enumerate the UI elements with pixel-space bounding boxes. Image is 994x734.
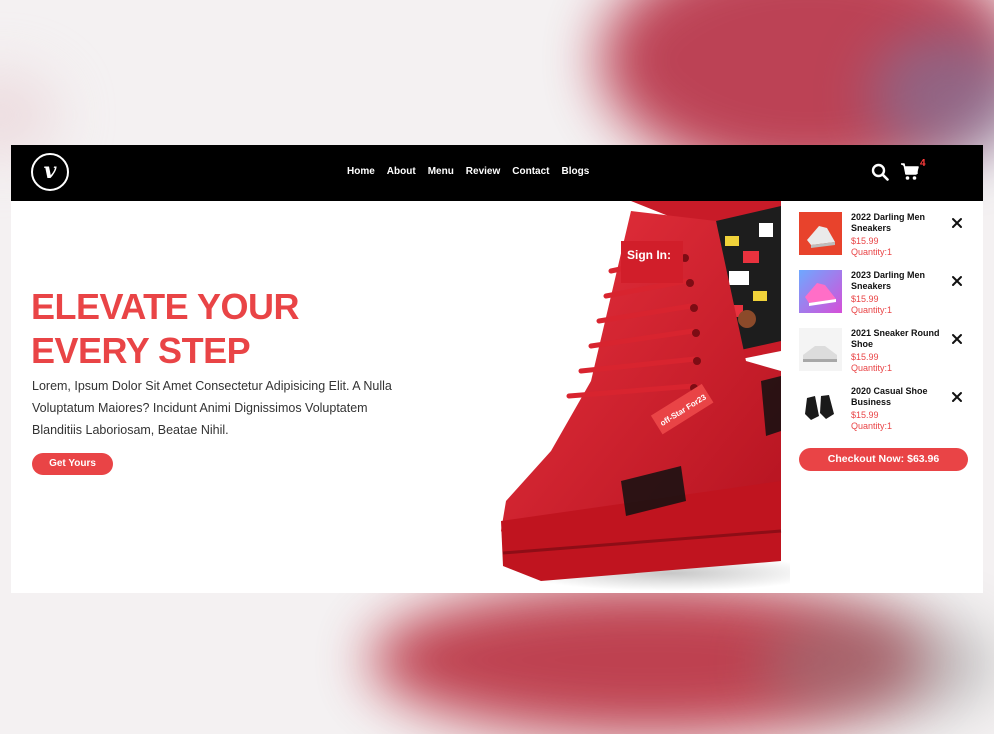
product-thumbnail [799, 386, 842, 429]
hero-description: Lorem, Ipsum Dolor Sit Amet Consectetur … [32, 379, 392, 437]
nav-about[interactable]: About [387, 166, 416, 177]
cart-item-quantity: Quantity:1 [851, 421, 893, 431]
cart-item: 2020 Casual Shoe Business $15.99 Quantit… [799, 386, 974, 432]
brand-logo[interactable]: v [31, 153, 69, 191]
checkout-button[interactable]: Checkout Now: $63.96 [799, 448, 968, 471]
red-sneaker-image: Sign In: off-Star For23 [501, 201, 791, 591]
cart-item-price: $15.99 [851, 352, 879, 362]
shoe-label-text: Sign In: [627, 248, 671, 262]
hero-title-line-1: ELEVATE YOUR [31, 286, 300, 327]
close-icon[interactable] [951, 333, 963, 345]
nav-review[interactable]: Review [466, 166, 500, 177]
close-icon[interactable] [951, 391, 963, 403]
cart-item-quantity: Quantity:1 [851, 305, 893, 315]
nav-blogs[interactable]: Blogs [562, 166, 590, 177]
cart-item: 2021 Sneaker Round Shoe $15.99 Quantity:… [799, 328, 974, 374]
nav-home[interactable]: Home [347, 166, 375, 177]
hero-title-line-2: EVERY STEP [31, 330, 251, 371]
product-thumbnail [799, 270, 842, 313]
nav-menu[interactable]: Menu [428, 166, 454, 177]
cart-item-name[interactable]: 2023 Darling Men Sneakers [851, 270, 941, 292]
site-header: v Home About Menu Review Contact Blogs 4 [11, 145, 983, 201]
cart-item-price: $15.99 [851, 236, 879, 246]
cart-item-quantity: Quantity:1 [851, 247, 893, 257]
get-yours-button[interactable]: Get Yours [32, 453, 113, 475]
cart-item: 2022 Darling Men Sneakers $15.99 Quantit… [799, 212, 974, 258]
landing-page: v Home About Menu Review Contact Blogs 4… [11, 145, 983, 593]
product-thumbnail [799, 328, 842, 371]
cart-dropdown: 2022 Darling Men Sneakers $15.99 Quantit… [790, 201, 977, 593]
cart-item-price: $15.99 [851, 294, 879, 304]
main-nav: Home About Menu Review Contact Blogs [347, 166, 589, 177]
close-icon[interactable] [951, 275, 963, 287]
cart-icon[interactable] [900, 162, 920, 182]
cart-item-price: $15.99 [851, 410, 879, 420]
search-icon[interactable] [871, 163, 889, 181]
nav-contact[interactable]: Contact [512, 166, 549, 177]
cart-item-quantity: Quantity:1 [851, 363, 893, 373]
cart-item-name[interactable]: 2021 Sneaker Round Shoe [851, 328, 941, 350]
cart-item-name[interactable]: 2020 Casual Shoe Business [851, 386, 941, 408]
cart-item-name[interactable]: 2022 Darling Men Sneakers [851, 212, 941, 234]
vimeo-icon: v [43, 157, 57, 184]
hero-title: ELEVATE YOUR EVERY STEP [31, 285, 351, 373]
close-icon[interactable] [951, 217, 963, 229]
product-thumbnail [799, 212, 842, 255]
cart-count-badge: 4 [920, 158, 926, 169]
cart-item: 2023 Darling Men Sneakers $15.99 Quantit… [799, 270, 974, 316]
